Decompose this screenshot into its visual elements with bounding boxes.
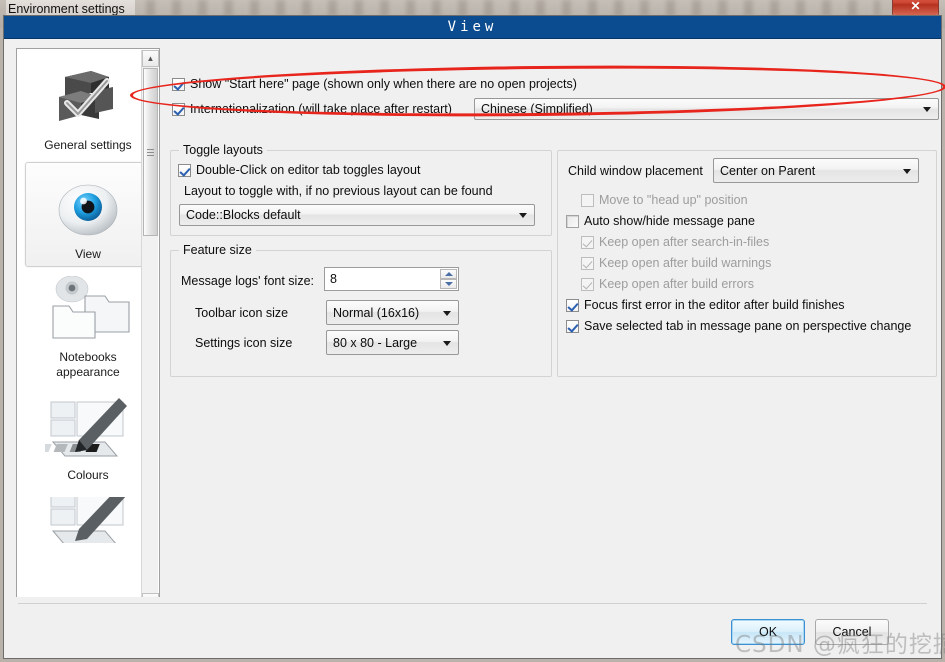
language-select[interactable]: Chinese (Simplified) [474, 98, 939, 120]
layout-select[interactable]: Code::Blocks default [179, 204, 535, 226]
save-selected-tab-row[interactable]: Save selected tab in message pane on per… [566, 315, 911, 337]
message-logs-font-value: 8 [330, 272, 337, 286]
folders-icon [26, 276, 150, 348]
toggle-layouts-title: Toggle layouts [179, 143, 267, 157]
message-logs-font-stepper[interactable]: 8 [324, 267, 459, 291]
sidebar-item-general-settings[interactable]: General settings [25, 53, 151, 158]
show-start-here-checkbox[interactable] [172, 77, 185, 91]
toolbar-icon-size-label: Toolbar icon size [195, 306, 289, 320]
focus-first-error-label: Focus first error in the editor after bu… [584, 298, 845, 312]
save-selected-tab-checkbox[interactable] [566, 319, 579, 333]
feature-size-group: Feature size Message logs' font size: 8 … [170, 243, 552, 377]
sidebar-item-partial[interactable] [25, 490, 151, 550]
show-start-here-row[interactable]: Show "Start here" page (shown only when … [172, 73, 577, 95]
footer-divider [18, 603, 927, 604]
palette-brush-icon [26, 497, 150, 543]
focus-first-error-row[interactable]: Focus first error in the editor after bu… [566, 294, 845, 316]
layout-toggle-hint: Layout to toggle with, if no previous la… [184, 184, 493, 198]
chevron-down-icon [519, 213, 527, 218]
sidebar-item-notebooks-appearance[interactable]: Notebooks appearance [25, 269, 151, 385]
move-head-up-checkbox [581, 193, 594, 207]
chevron-down-icon [443, 340, 451, 346]
keep-open-errors-label: Keep open after build errors [599, 277, 754, 291]
double-click-toggle-row[interactable]: Double-Click on editor tab toggles layou… [178, 159, 420, 181]
sidebar-item-label: General settings [44, 138, 132, 152]
scrollbar-thumb[interactable] [143, 68, 158, 236]
ok-button[interactable]: OK [731, 619, 805, 645]
settings-icon-size-label: Settings icon size [195, 336, 293, 350]
show-start-here-label: Show "Start here" page (shown only when … [190, 77, 577, 91]
move-head-up-row: Move to "head up" position [581, 189, 748, 211]
sidebar-item-view[interactable]: View [25, 162, 151, 267]
sidebar-item-colours[interactable]: Colours [25, 387, 151, 488]
auto-show-hide-row[interactable]: Auto show/hide message pane [566, 210, 755, 232]
page-title: View [447, 19, 498, 35]
child-window-placement-value: Center on Parent [720, 163, 816, 178]
feature-size-title: Feature size [179, 243, 256, 257]
scrollbar-grip-icon [147, 148, 154, 156]
dialog-body: General settings View Notebooks appearan… [4, 39, 941, 619]
settings-icon-size-select[interactable]: 80 x 80 - Large [326, 330, 459, 355]
keep-open-warnings-checkbox [581, 256, 594, 270]
settings-category-list[interactable]: General settings View Notebooks appearan… [16, 48, 160, 610]
view-settings-content: Show "Start here" page (shown only when … [167, 48, 939, 611]
double-click-toggle-label: Double-Click on editor tab toggles layou… [196, 163, 421, 177]
cancel-button[interactable]: Cancel [815, 619, 889, 645]
sidebar-item-label: Notebooks appearance [56, 350, 120, 379]
child-window-placement-label: Child window placement [568, 164, 703, 178]
keep-open-warnings-row: Keep open after build warnings [581, 252, 771, 274]
chevron-down-icon [903, 168, 911, 174]
child-window-placement-select[interactable]: Center on Parent [713, 158, 919, 183]
stepper-down-icon[interactable] [440, 279, 457, 289]
message-pane-group: Child window placement Center on Parent … [557, 150, 937, 377]
internationalization-row[interactable]: Internationalization (will take place af… [172, 98, 452, 120]
keep-open-errors-row: Keep open after build errors [581, 273, 754, 295]
toolbar-icon-size-value: Normal (16x16) [333, 305, 420, 320]
blurred-window-strip [120, 0, 880, 16]
internationalization-label: Internationalization (will take place af… [190, 102, 452, 116]
keep-open-search-checkbox [581, 235, 594, 249]
keep-open-search-row: Keep open after search-in-files [581, 231, 769, 253]
stepper-buttons[interactable] [440, 269, 457, 289]
keep-open-errors-checkbox [581, 277, 594, 291]
keep-open-search-label: Keep open after search-in-files [599, 235, 770, 249]
screen: Environment settings ✕ View General sett… [0, 0, 945, 662]
sidebar-scrollbar[interactable]: ▲ ▼ [141, 50, 159, 609]
move-head-up-label: Move to "head up" position [599, 193, 748, 207]
language-select-value: Chinese (Simplified) [481, 102, 593, 116]
save-selected-tab-label: Save selected tab in message pane on per… [584, 319, 912, 333]
environment-settings-dialog: View General settings View Notebooks app… [3, 15, 942, 659]
dialog-header: View [4, 16, 941, 39]
focus-first-error-checkbox[interactable] [566, 298, 579, 312]
sidebar-item-label: View [75, 247, 101, 261]
settings-icon-size-value: 80 x 80 - Large [333, 335, 418, 350]
toggle-layouts-group: Toggle layouts Double-Click on editor ta… [170, 143, 552, 236]
scroll-up-icon[interactable]: ▲ [142, 50, 159, 67]
dialog-footer: OK Cancel [4, 597, 941, 658]
auto-show-hide-label: Auto show/hide message pane [584, 214, 755, 228]
sidebar-item-label: Colours [67, 468, 109, 482]
palette-brush-icon [26, 394, 150, 466]
keep-open-warnings-label: Keep open after build warnings [599, 256, 772, 270]
chevron-down-icon [443, 310, 451, 316]
toolbar-icon-size-select[interactable]: Normal (16x16) [326, 300, 459, 325]
internationalization-checkbox[interactable] [172, 102, 185, 116]
auto-show-hide-checkbox[interactable] [566, 214, 579, 228]
layout-select-value: Code::Blocks default [186, 208, 301, 222]
chevron-down-icon [923, 107, 931, 112]
message-logs-font-label: Message logs' font size: [181, 274, 315, 288]
stepper-up-icon[interactable] [440, 269, 457, 279]
eye-icon [26, 169, 150, 245]
boxes-check-icon [26, 60, 150, 136]
double-click-toggle-checkbox[interactable] [178, 163, 191, 177]
